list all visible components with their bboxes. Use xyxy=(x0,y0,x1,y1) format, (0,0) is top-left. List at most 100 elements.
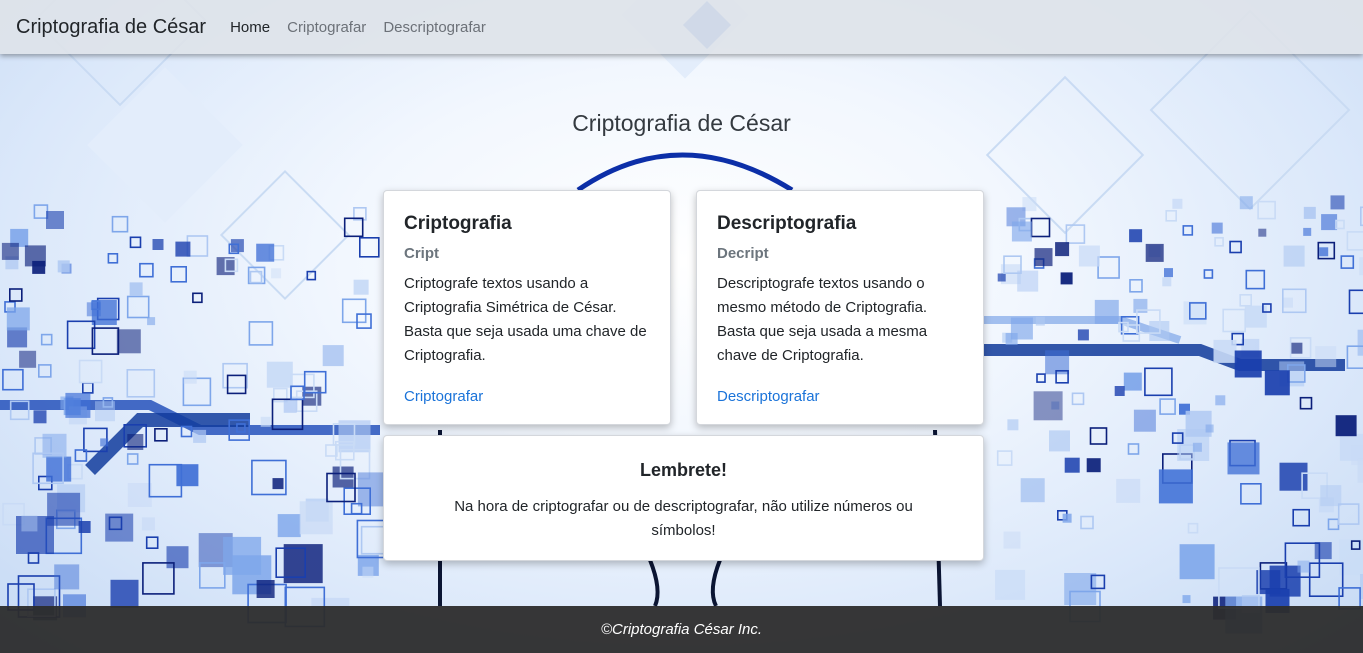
bg-square xyxy=(126,453,139,465)
bg-square xyxy=(1240,482,1262,505)
bg-square xyxy=(1123,372,1142,391)
bg-square xyxy=(1330,195,1345,210)
bg-square xyxy=(37,364,52,378)
bg-square xyxy=(248,321,274,346)
bg-square xyxy=(1182,595,1191,604)
bg-square xyxy=(1033,391,1063,421)
bg-square xyxy=(256,243,275,262)
bg-square xyxy=(1292,508,1310,527)
bg-square xyxy=(1005,333,1018,345)
bg-square xyxy=(2,368,24,391)
bg-square xyxy=(139,262,154,278)
nav-link-home[interactable]: Home xyxy=(230,19,270,36)
page-title: Criptografia de César xyxy=(572,110,791,136)
bg-square xyxy=(272,478,284,490)
bg-square xyxy=(57,260,70,273)
bg-square xyxy=(78,521,91,533)
bg-square xyxy=(1283,245,1305,267)
bg-square xyxy=(1060,272,1073,285)
bg-square xyxy=(193,429,207,443)
bg-square xyxy=(86,302,101,317)
navbar: Criptografia de César Home Criptografar … xyxy=(0,0,1363,54)
bg-square xyxy=(1222,308,1246,333)
bg-square xyxy=(1020,478,1045,503)
bg-square xyxy=(1145,243,1164,262)
nav-link-criptografar[interactable]: Criptografar xyxy=(287,19,366,36)
card-title: Criptografia xyxy=(404,213,512,234)
bg-square xyxy=(127,483,152,507)
bg-square xyxy=(111,215,129,233)
criptografar-link[interactable]: Criptografar xyxy=(404,388,483,405)
bg-square xyxy=(100,438,109,447)
bg-square xyxy=(33,410,47,424)
bg-square xyxy=(1357,329,1363,356)
bg-square xyxy=(1321,214,1338,231)
bg-square xyxy=(46,211,64,229)
bg-square xyxy=(1182,225,1194,236)
bg-square xyxy=(1034,248,1053,267)
card-text: Descriptografe textos usando o mesmo mét… xyxy=(717,275,928,364)
bg-square xyxy=(1303,206,1316,219)
bg-square xyxy=(1055,242,1070,257)
card-title: Descriptografia xyxy=(717,213,857,234)
bg-square xyxy=(353,279,369,295)
bg-square xyxy=(1357,458,1363,483)
bg-square xyxy=(1030,217,1051,238)
bg-square xyxy=(1335,219,1345,230)
bg-square xyxy=(66,320,96,350)
bg-square xyxy=(116,329,141,354)
descriptografar-link[interactable]: Descriptografar xyxy=(717,388,820,405)
bg-square xyxy=(1359,257,1363,276)
bg-square xyxy=(1335,415,1357,437)
bg-square xyxy=(40,333,53,346)
bg-square xyxy=(358,237,380,258)
card-subtitle: Decript xyxy=(717,245,769,262)
bg-square xyxy=(126,368,156,398)
bg-square xyxy=(1340,255,1355,269)
bg-square xyxy=(1007,419,1019,431)
bg-square xyxy=(65,392,91,418)
bg-square xyxy=(1239,196,1253,210)
bg-square xyxy=(1257,200,1276,220)
bg-square xyxy=(21,515,38,532)
bg-square xyxy=(996,450,1013,466)
bg-square xyxy=(1320,485,1342,507)
bg-square xyxy=(362,566,374,578)
bg-square xyxy=(1239,293,1252,307)
bg-square xyxy=(271,268,282,279)
bg-square xyxy=(1094,299,1119,324)
bg-square xyxy=(1234,350,1262,378)
bg-square xyxy=(24,245,46,267)
bg-square xyxy=(223,536,262,575)
bg-square xyxy=(1303,227,1312,236)
bg-square xyxy=(183,370,197,384)
bg-square xyxy=(141,517,155,531)
brand-link[interactable]: Criptografia de César xyxy=(16,16,206,39)
bg-square xyxy=(1264,370,1290,396)
bg-square xyxy=(147,317,156,326)
bg-square xyxy=(1327,518,1340,531)
bg-square xyxy=(226,374,247,395)
bg-square xyxy=(1348,289,1363,315)
bg-square xyxy=(129,236,142,249)
bg-square xyxy=(1162,277,1172,287)
bg-square xyxy=(1036,373,1046,383)
card-text: Criptografe textos usando a Criptografia… xyxy=(404,275,647,364)
bg-square xyxy=(1314,542,1332,560)
bg-square xyxy=(1229,240,1242,254)
bg-square xyxy=(1258,228,1267,237)
bg-square xyxy=(176,464,199,487)
bg-square xyxy=(1078,245,1100,267)
bg-square xyxy=(1172,198,1183,209)
bg-square xyxy=(1062,513,1072,523)
nav-link-descriptografar[interactable]: Descriptografar xyxy=(383,19,486,36)
bg-square xyxy=(1003,531,1021,549)
bg-square xyxy=(230,239,244,253)
reminder-text: Na hora de criptografar ou de descriptog… xyxy=(454,498,913,539)
bg-square xyxy=(129,282,143,296)
bg-square xyxy=(1011,221,1032,242)
bg-square xyxy=(46,456,72,482)
bg-square xyxy=(1114,386,1125,396)
card-descriptografia: Descriptografia Decript Descriptografe t… xyxy=(696,190,984,425)
bg-square xyxy=(1086,458,1101,473)
